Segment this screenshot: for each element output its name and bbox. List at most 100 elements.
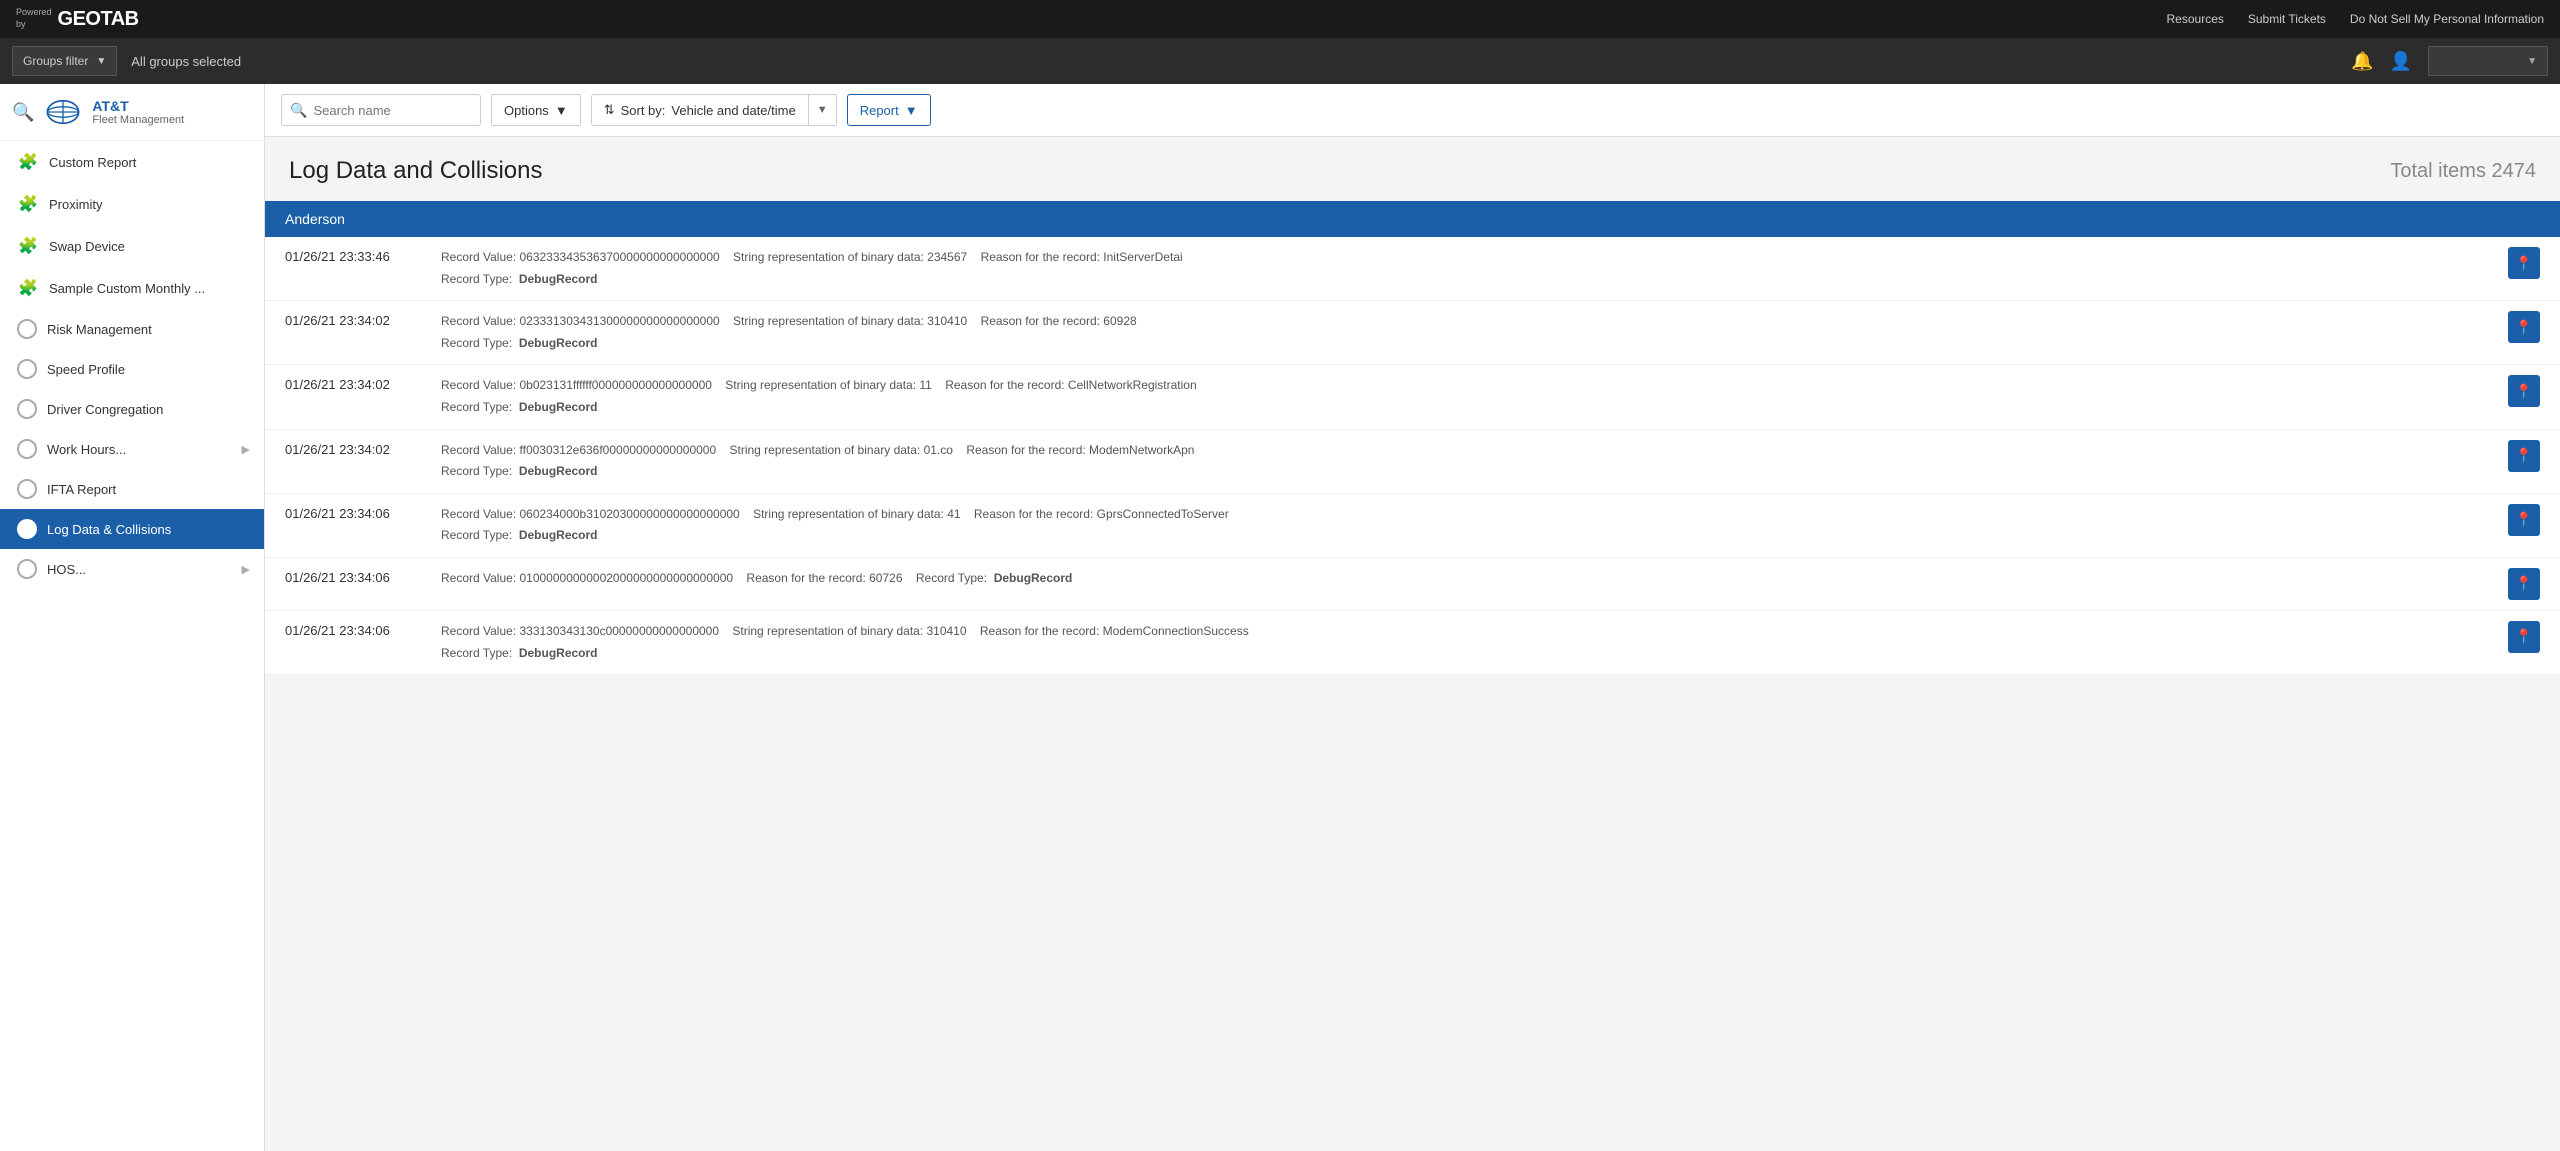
content-area: 🔍 Options ▼ ⇅ Sort by: Vehicle and date/… bbox=[265, 84, 2560, 1151]
sidebar-item-custom-report[interactable]: 🧩 Custom Report bbox=[0, 141, 264, 183]
row-date: 01/26/21 23:34:02 bbox=[285, 440, 425, 457]
sort-value: Vehicle and date/time bbox=[671, 103, 795, 118]
user-dropdown[interactable]: ▼ bbox=[2428, 46, 2548, 76]
sort-arrow-button[interactable]: ▼ bbox=[809, 94, 837, 126]
row-date: 01/26/21 23:33:46 bbox=[285, 247, 425, 264]
circle-icon-speed bbox=[17, 359, 37, 379]
table-row: 01/26/21 23:34:02 Record Value: ff003031… bbox=[265, 430, 2560, 494]
row-date: 01/26/21 23:34:06 bbox=[285, 568, 425, 585]
record-value-line1: Record Value: 06323334353637000000000000… bbox=[441, 250, 1183, 264]
geotab-logo: Powered by GEOTAB bbox=[16, 7, 139, 30]
company-info: AT&T Fleet Management bbox=[92, 98, 184, 126]
company-subtitle: Fleet Management bbox=[92, 114, 184, 126]
groups-filter-button[interactable]: Groups filter ▼ bbox=[12, 46, 117, 76]
sidebar-item-log-data-collisions[interactable]: Log Data & Collisions bbox=[0, 509, 264, 549]
search-icon[interactable]: 🔍 bbox=[12, 102, 34, 123]
row-date: 01/26/21 23:34:06 bbox=[285, 621, 425, 638]
puzzle-icon-swap: 🧩 bbox=[17, 235, 39, 257]
table-row: 01/26/21 23:34:06 Record Value: 06023400… bbox=[265, 494, 2560, 558]
row-action-button-7[interactable]: 📍 bbox=[2508, 621, 2540, 653]
sidebar-item-speed-profile[interactable]: Speed Profile bbox=[0, 349, 264, 389]
sidebar-item-work-hours[interactable]: Work Hours... ▶ bbox=[0, 429, 264, 469]
groups-bar-right: 🔔 👤 ▼ bbox=[2351, 46, 2548, 76]
sidebar-item-sample-custom-monthly[interactable]: 🧩 Sample Custom Monthly ... bbox=[0, 267, 264, 309]
table-row: 01/26/21 23:34:06 Record Value: 33313034… bbox=[265, 611, 2560, 675]
search-box: 🔍 bbox=[281, 94, 481, 126]
content-toolbar: 🔍 Options ▼ ⇅ Sort by: Vehicle and date/… bbox=[265, 84, 2560, 137]
resources-link[interactable]: Resources bbox=[2167, 12, 2224, 26]
row-data: Record Value: 06323334353637000000000000… bbox=[441, 247, 2492, 290]
total-items-count: Total items 2474 bbox=[2390, 160, 2536, 183]
nav-label-sample-custom-monthly: Sample Custom Monthly ... bbox=[49, 281, 250, 296]
att-logo-svg bbox=[45, 99, 81, 125]
geotab-brand-name: GEOTAB bbox=[58, 8, 139, 31]
sort-by-control: ⇅ Sort by: Vehicle and date/time ▼ bbox=[591, 94, 837, 126]
row-data: Record Value: 333130343130c0000000000000… bbox=[441, 621, 2492, 664]
row-action-button-1[interactable]: 📍 bbox=[2508, 247, 2540, 279]
circle-icon-driver bbox=[17, 399, 37, 419]
row-action-button-2[interactable]: 📍 bbox=[2508, 311, 2540, 343]
search-icon-toolbar: 🔍 bbox=[290, 102, 307, 119]
circle-filled-icon bbox=[17, 519, 37, 539]
options-button[interactable]: Options ▼ bbox=[491, 94, 581, 126]
sidebar-item-swap-device[interactable]: 🧩 Swap Device bbox=[0, 225, 264, 267]
table-row: 01/26/21 23:34:02 Record Value: 02333130… bbox=[265, 301, 2560, 365]
table-group-header: Anderson bbox=[265, 201, 2560, 237]
hos-chevron-icon: ▶ bbox=[242, 563, 250, 576]
sidebar-item-hos[interactable]: HOS... ▶ bbox=[0, 549, 264, 589]
location-pin-icon: 📍 bbox=[2515, 628, 2532, 645]
search-input[interactable] bbox=[313, 103, 472, 118]
top-navigation-bar: Powered by GEOTAB Resources Submit Ticke… bbox=[0, 0, 2560, 38]
user-dropdown-chevron-icon: ▼ bbox=[2527, 56, 2537, 67]
sort-by-label: Sort by: bbox=[621, 103, 666, 118]
do-not-sell-text: Do Not Sell My Personal Information bbox=[2350, 12, 2544, 26]
row-action-button-3[interactable]: 📍 bbox=[2508, 375, 2540, 407]
groups-filter-chevron-icon: ▼ bbox=[96, 56, 106, 67]
puzzle-icon-sample: 🧩 bbox=[17, 277, 39, 299]
top-bar-right-links: Resources Submit Tickets Do Not Sell My … bbox=[2167, 12, 2544, 26]
options-label: Options bbox=[504, 103, 549, 118]
options-chevron-icon: ▼ bbox=[555, 103, 568, 118]
table-row: 01/26/21 23:33:46 Record Value: 06323334… bbox=[265, 237, 2560, 301]
page-title: Log Data and Collisions bbox=[289, 157, 543, 185]
all-groups-selected-text: All groups selected bbox=[131, 54, 241, 69]
sidebar-item-risk-management[interactable]: Risk Management bbox=[0, 309, 264, 349]
submit-tickets-link[interactable]: Submit Tickets bbox=[2248, 12, 2326, 26]
location-pin-icon: 📍 bbox=[2515, 383, 2532, 400]
report-button[interactable]: Report ▼ bbox=[847, 94, 931, 126]
nav-label-proximity: Proximity bbox=[49, 197, 250, 212]
sidebar-item-driver-congregation[interactable]: Driver Congregation bbox=[0, 389, 264, 429]
record-type-line1: Record Type: DebugRecord bbox=[441, 272, 598, 286]
circle-icon-ifta bbox=[17, 479, 37, 499]
nav-label-ifta-report: IFTA Report bbox=[47, 482, 250, 497]
row-action-button-4[interactable]: 📍 bbox=[2508, 440, 2540, 472]
nav-label-log-data-collisions: Log Data & Collisions bbox=[47, 522, 250, 537]
location-pin-icon: 📍 bbox=[2515, 511, 2532, 528]
company-name: AT&T bbox=[92, 98, 184, 114]
puzzle-icon-proximity: 🧩 bbox=[17, 193, 39, 215]
user-account-icon[interactable]: 👤 bbox=[2390, 51, 2412, 72]
location-pin-icon: 📍 bbox=[2515, 319, 2532, 336]
circle-icon-work bbox=[17, 439, 37, 459]
sort-main-button[interactable]: ⇅ Sort by: Vehicle and date/time bbox=[591, 94, 809, 126]
sidebar-item-proximity[interactable]: 🧩 Proximity bbox=[0, 183, 264, 225]
puzzle-icon: 🧩 bbox=[17, 151, 39, 173]
row-action-button-6[interactable]: 📍 bbox=[2508, 568, 2540, 600]
circle-icon-hos bbox=[17, 559, 37, 579]
powered-by-text: Powered by bbox=[16, 7, 52, 30]
report-label: Report bbox=[860, 103, 899, 118]
content-header: Log Data and Collisions Total items 2474 bbox=[265, 137, 2560, 201]
sidebar-item-ifta-report[interactable]: IFTA Report bbox=[0, 469, 264, 509]
sidebar-header: 🔍 AT&T Fleet Management bbox=[0, 84, 264, 141]
row-action-button-5[interactable]: 📍 bbox=[2508, 504, 2540, 536]
location-pin-icon: 📍 bbox=[2515, 575, 2532, 592]
groups-filter-label: Groups filter bbox=[23, 54, 88, 68]
sidebar: 🔍 AT&T Fleet Management 🧩 Custom Report bbox=[0, 84, 265, 1151]
sidebar-navigation: 🧩 Custom Report 🧩 Proximity 🧩 Swap Devic… bbox=[0, 141, 264, 1151]
att-logo bbox=[44, 98, 82, 126]
row-data: Record Value: 01000000000002000000000000… bbox=[441, 568, 2492, 590]
nav-label-driver-congregation: Driver Congregation bbox=[47, 402, 250, 417]
notification-bell-icon[interactable]: 🔔 bbox=[2351, 51, 2373, 72]
row-data: Record Value: 0b023131ffffff000000000000… bbox=[441, 375, 2492, 418]
table-row: 01/26/21 23:34:06 Record Value: 01000000… bbox=[265, 558, 2560, 611]
